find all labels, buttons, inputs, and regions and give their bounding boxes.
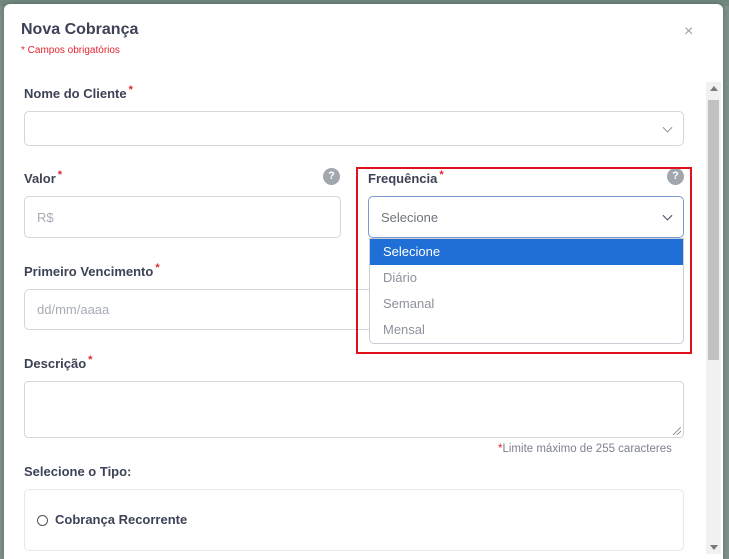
required-fields-note: * Campos obrigatórios (21, 45, 120, 56)
modal-title: Nova Cobrança (21, 21, 139, 38)
vencimento-label-text: Primeiro Vencimento (24, 264, 154, 279)
modal-dialog: Nova Cobrança * Campos obrigatórios × No… (4, 4, 723, 559)
cliente-label-text: Nome do Cliente (24, 86, 127, 101)
chevron-down-icon (662, 122, 673, 133)
cliente-select[interactable] (24, 111, 684, 146)
valor-label-text: Valor (24, 171, 56, 186)
required-star: * (88, 354, 93, 366)
descricao-label-text: Descrição (24, 356, 87, 371)
scroll-up-icon[interactable] (710, 86, 718, 91)
valor-placeholder: R$ (37, 209, 54, 225)
required-star: * (155, 262, 160, 274)
descricao-textarea[interactable] (24, 381, 684, 438)
close-icon[interactable]: × (684, 24, 693, 40)
scroll-down-icon[interactable] (710, 545, 718, 550)
cobranca-recorrente-label[interactable]: Cobrança Recorrente (55, 512, 187, 527)
required-star: * (128, 84, 133, 96)
vencimento-placeholder: dd/mm/aaaa (37, 302, 110, 317)
resize-handle-icon[interactable] (673, 427, 681, 435)
help-icon[interactable]: ? (323, 168, 340, 185)
valor-input[interactable]: R$ (24, 196, 341, 238)
vencimento-label: Primeiro Vencimento * (24, 262, 160, 279)
scroll-thumb[interactable] (708, 100, 719, 360)
limit-note-text: Limite máximo de 255 caracteres (502, 443, 672, 455)
descricao-label: Descrição * (24, 354, 93, 371)
scrollbar[interactable] (706, 82, 721, 554)
highlight-annotation (356, 167, 692, 354)
cliente-label: Nome do Cliente * (24, 84, 133, 101)
required-star: * (57, 169, 63, 181)
vencimento-input[interactable]: dd/mm/aaaa (24, 289, 369, 330)
valor-label: Valor * (24, 169, 63, 186)
limit-note: *Limite máximo de 255 caracteres (498, 443, 672, 455)
tipo-label: Selecione o Tipo: (24, 464, 132, 479)
radio-icon[interactable] (37, 515, 48, 526)
tipo-card: Cobrança Recorrente (24, 489, 684, 551)
